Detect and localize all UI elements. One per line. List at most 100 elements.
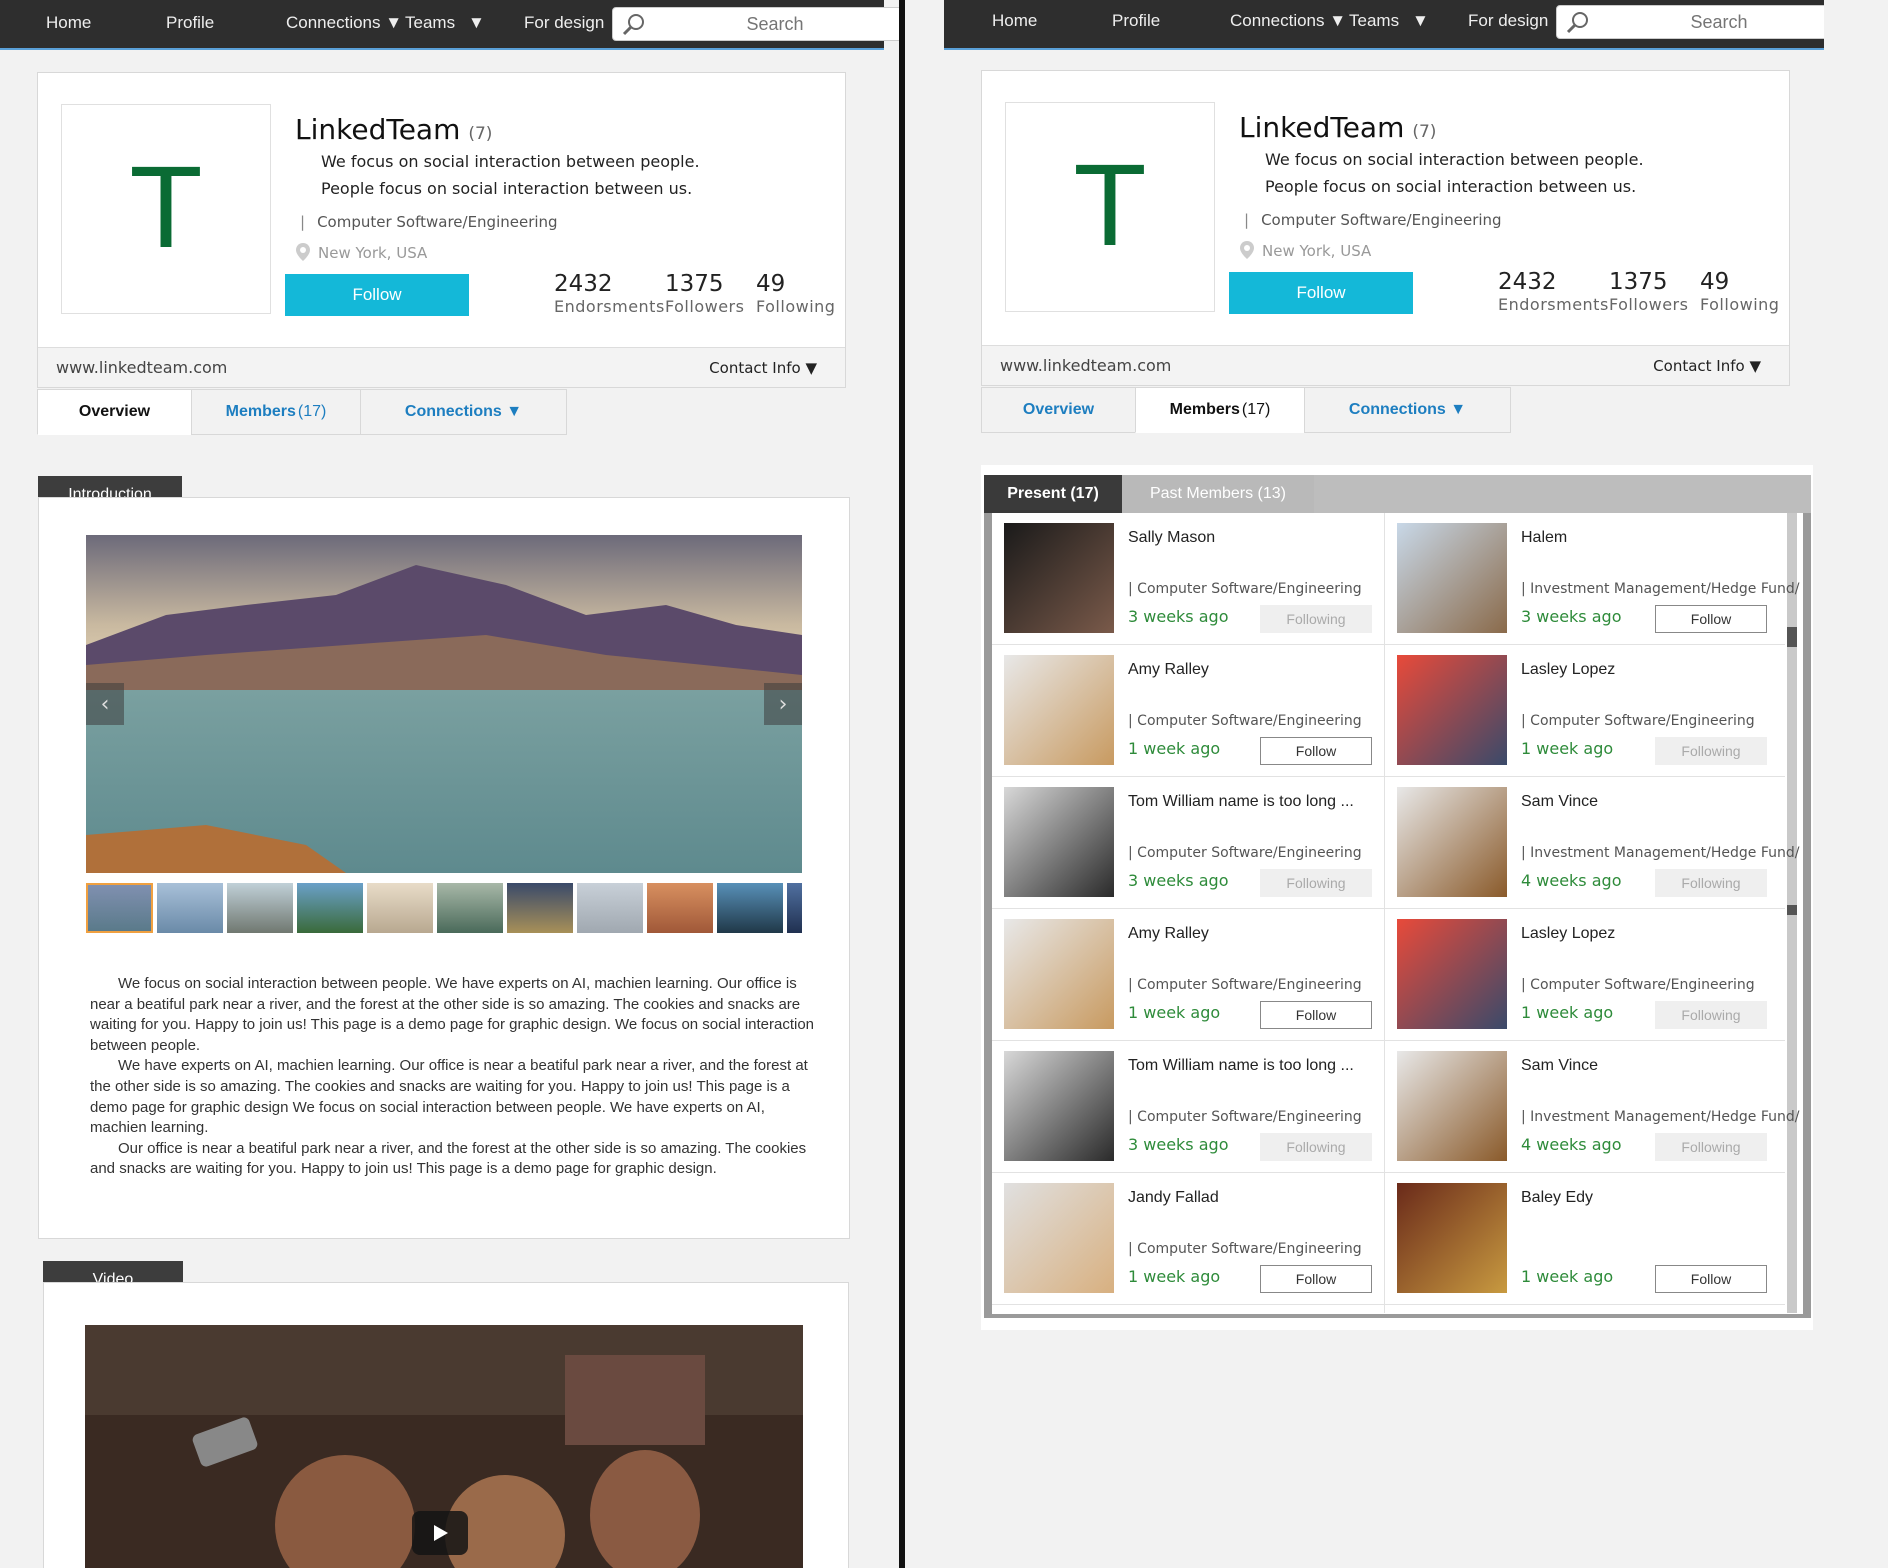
member-name[interactable]: Sally Mason	[1128, 529, 1215, 547]
thumbnail-pier[interactable]	[577, 883, 643, 933]
member-card[interactable]: Lasley Lopez | Computer Software/Engineer…	[1385, 909, 1785, 1041]
thumbnail-house[interactable]	[157, 883, 223, 933]
member-card[interactable]: Tom William name is too long ... | Comput…	[992, 777, 1384, 909]
search-icon[interactable]	[1565, 10, 1591, 36]
member-avatar[interactable]	[1397, 1183, 1507, 1293]
thumbnail-palms[interactable]	[297, 883, 363, 933]
scrollbar-thumb[interactable]	[1787, 627, 1797, 647]
member-follow-button[interactable]: Follow	[1655, 605, 1767, 633]
member-name[interactable]: Lasley Lopez	[1521, 925, 1615, 943]
tab-overview[interactable]: Overview	[981, 387, 1136, 433]
member-name[interactable]: Tom William name is too long ...	[1128, 793, 1354, 811]
member-follow-button[interactable]: Follow	[1260, 737, 1372, 765]
stat-following-label: Following	[756, 297, 836, 316]
member-following-button[interactable]: Following	[1260, 869, 1372, 897]
member-name[interactable]: Halem	[1521, 529, 1567, 547]
member-follow-button[interactable]: Follow	[1260, 1265, 1372, 1293]
member-card[interactable]: Sam Vince | Investment Management/Hedge F…	[1385, 1041, 1799, 1173]
nav-for-design[interactable]: For design	[524, 13, 604, 33]
play-button[interactable]	[412, 1511, 468, 1555]
member-card[interactable]: Halem | Investment Management/Hedge Fund/…	[1385, 513, 1799, 645]
thumbnail-chairs[interactable]	[647, 883, 713, 933]
member-avatar[interactable]	[1004, 919, 1114, 1029]
nav-profile[interactable]: Profile	[166, 13, 214, 33]
tab-overview[interactable]: Overview	[37, 389, 192, 435]
tab-past-members[interactable]: Past Members (13)	[1122, 475, 1314, 513]
member-name[interactable]: Jandy Fallad	[1128, 1189, 1219, 1207]
member-card[interactable]: Sam Vince | Investment Management/Hedge F…	[1385, 777, 1799, 909]
tab-members[interactable]: Members (17)	[1135, 387, 1305, 433]
member-card[interactable]: Jandy Fallad | Computer Software/Engineer…	[992, 1173, 1384, 1305]
company-website-link[interactable]: www.linkedteam.com	[56, 358, 227, 377]
company-website-link[interactable]: www.linkedteam.com	[1000, 356, 1171, 375]
member-avatar[interactable]	[1397, 787, 1507, 897]
member-card[interactable]: Lasley Lopez | Computer Software/Engineer…	[1385, 645, 1785, 777]
thumbnail-hills[interactable]	[437, 883, 503, 933]
thumbnail-partial[interactable]	[787, 883, 802, 933]
nav-connections[interactable]: Connections ▼	[1230, 11, 1346, 31]
stat-followers: 1375 Followers	[665, 271, 744, 316]
thumbnail-ferris-wheel[interactable]	[227, 883, 293, 933]
thumbnail-stairs[interactable]	[717, 883, 783, 933]
member-name[interactable]: Lasley Lopez	[1521, 661, 1615, 679]
member-card[interactable]: Amy Ralley | Computer Software/Engineerin…	[992, 645, 1384, 777]
member-joined-time: 4 weeks ago	[1521, 1135, 1622, 1154]
member-name[interactable]: Amy Ralley	[1128, 925, 1209, 943]
nav-for-design[interactable]: For design	[1468, 11, 1548, 31]
thumbnail-lake[interactable]	[86, 883, 153, 933]
thumbnail-lights[interactable]	[507, 883, 573, 933]
follow-company-button[interactable]: Follow	[285, 274, 469, 316]
slideshow-prev-arrow[interactable]: ‹	[86, 683, 124, 725]
member-avatar[interactable]	[1004, 1183, 1114, 1293]
tab-connections[interactable]: Connections ▼	[360, 389, 567, 435]
member-follow-button[interactable]: Follow	[1655, 1265, 1767, 1293]
company-industry-row: | Computer Software/Engineering	[300, 213, 558, 231]
member-card[interactable]: Sally Mason | Computer Software/Engineeri…	[992, 513, 1384, 645]
members-scrollbar[interactable]	[1787, 513, 1797, 1313]
nav-connections[interactable]: Connections ▼	[286, 13, 402, 33]
member-avatar[interactable]	[1004, 523, 1114, 633]
tab-members[interactable]: Members (17)	[191, 389, 361, 435]
member-following-button[interactable]: Following	[1655, 1001, 1767, 1029]
nav-teams-caret[interactable]: ▼	[1412, 11, 1429, 31]
search-input[interactable]	[657, 8, 893, 40]
member-avatar[interactable]	[1397, 523, 1507, 633]
contact-info-dropdown[interactable]: Contact Info ▼	[1653, 357, 1761, 375]
member-name[interactable]: Tom William name is too long ...	[1128, 1057, 1354, 1075]
nav-home[interactable]: Home	[46, 13, 91, 33]
thumbnail-room[interactable]	[367, 883, 433, 933]
nav-teams-caret[interactable]: ▼	[468, 13, 485, 33]
member-avatar[interactable]	[1397, 919, 1507, 1029]
member-following-button[interactable]: Following	[1655, 1133, 1767, 1161]
member-avatar[interactable]	[1004, 1051, 1114, 1161]
nav-profile[interactable]: Profile	[1112, 11, 1160, 31]
search-icon[interactable]	[621, 12, 647, 38]
member-card[interactable]: Amy Ralley | Computer Software/Engineerin…	[992, 909, 1384, 1041]
member-following-button[interactable]: Following	[1655, 869, 1767, 897]
member-follow-button[interactable]: Follow	[1260, 1001, 1372, 1029]
tab-present-members[interactable]: Present (17)	[984, 475, 1122, 513]
video-player[interactable]	[85, 1325, 803, 1568]
nav-teams[interactable]: Teams	[1349, 11, 1399, 31]
member-name[interactable]: Amy Ralley	[1128, 661, 1209, 679]
member-following-button[interactable]: Following	[1655, 737, 1767, 765]
member-avatar[interactable]	[1397, 655, 1507, 765]
member-following-button[interactable]: Following	[1260, 605, 1372, 633]
member-joined-time: 3 weeks ago	[1521, 607, 1622, 626]
nav-teams[interactable]: Teams	[405, 13, 455, 33]
member-following-button[interactable]: Following	[1260, 1133, 1372, 1161]
member-card[interactable]: Baley Edy 1 week ago Follow	[1385, 1173, 1785, 1305]
slideshow-next-arrow[interactable]: ›	[764, 683, 802, 725]
tab-connections[interactable]: Connections ▼	[1304, 387, 1511, 433]
member-card[interactable]: Tom William name is too long ... | Comput…	[992, 1041, 1384, 1173]
member-name[interactable]: Sam Vince	[1521, 1057, 1598, 1075]
contact-info-dropdown[interactable]: Contact Info ▼	[709, 359, 817, 377]
member-avatar[interactable]	[1004, 655, 1114, 765]
search-input[interactable]	[1601, 6, 1824, 38]
nav-home[interactable]: Home	[992, 11, 1037, 31]
member-avatar[interactable]	[1397, 1051, 1507, 1161]
member-name[interactable]: Baley Edy	[1521, 1189, 1593, 1207]
follow-company-button[interactable]: Follow	[1229, 272, 1413, 314]
member-avatar[interactable]	[1004, 787, 1114, 897]
member-name[interactable]: Sam Vince	[1521, 793, 1598, 811]
